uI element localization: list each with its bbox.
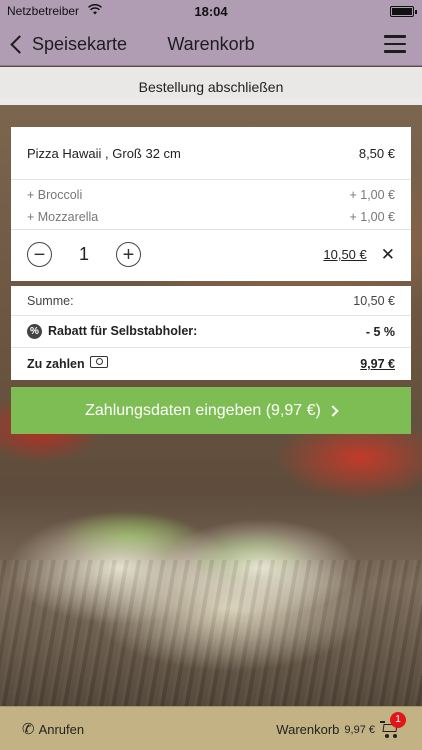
- cart-label: Warenkorb: [276, 722, 340, 737]
- item-price: 8,50 €: [358, 145, 395, 161]
- wood-texture: [0, 560, 422, 706]
- extra-label: + Mozzarella: [27, 210, 99, 224]
- call-label: Anrufen: [38, 721, 85, 737]
- back-button-label: Speisekarte: [32, 33, 128, 54]
- extra-label: + Broccoli: [27, 188, 83, 202]
- cart-item-row: Pizza Hawaii , Groß 32 cm 8,50 €: [11, 127, 411, 179]
- discount-label: Rabatt für Selbstabholer:: [48, 323, 198, 338]
- extra-row: + Mozzarella + 1,00 €: [11, 206, 411, 228]
- bottom-bar: ✆ Anrufen Warenkorb 9,97 € 1: [0, 706, 422, 750]
- discount-value: - 5 %: [365, 324, 395, 339]
- item-extras: + Broccoli + 1,00 € + Mozzarella + 1,00 …: [11, 179, 411, 229]
- enter-payment-button[interactable]: Zahlungsdaten eingeben (9,97 €): [11, 387, 411, 434]
- cash-icon: [89, 355, 108, 368]
- hamburger-icon[interactable]: [384, 35, 406, 53]
- discount-badge-icon: %: [27, 324, 42, 340]
- phone-icon: ✆: [22, 721, 35, 738]
- back-button[interactable]: Speisekarte: [8, 30, 127, 58]
- shopping-cart-icon: 1: [380, 712, 406, 738]
- pay-row: Zu zahlen 9,97 €: [11, 347, 411, 380]
- increase-quantity-button[interactable]: +: [116, 242, 141, 267]
- extra-price: + 1,00 €: [349, 188, 395, 202]
- cart-button[interactable]: Warenkorb 9,97 € 1: [276, 712, 406, 738]
- sum-label: Summe:: [27, 293, 74, 308]
- clock: 18:04: [194, 4, 228, 19]
- battery-icon: [390, 6, 417, 17]
- pay-amount: 9,97 €: [360, 357, 395, 371]
- discount-label-group: % Rabatt für Selbstabholer:: [27, 323, 198, 340]
- cart-amount: 9,97 €: [344, 723, 375, 736]
- chevron-right-icon: [327, 404, 339, 417]
- sum-value: 10,50 €: [353, 293, 395, 308]
- line-total[interactable]: 10,50 €: [323, 247, 366, 262]
- totals-card: Summe: 10,50 € % Rabatt für Selbstabholer…: [11, 286, 411, 380]
- enter-payment-label: Zahlungsdaten eingeben (9,97 €): [85, 401, 321, 419]
- quantity-value: 1: [78, 244, 89, 264]
- cart-item-card: Pizza Hawaii , Groß 32 cm 8,50 € + Brocc…: [11, 127, 411, 281]
- line-total-group: 10,50 € ✕: [323, 245, 395, 265]
- extra-row: + Broccoli + 1,00 €: [11, 184, 411, 206]
- pay-label-group: Zu zahlen: [27, 355, 108, 371]
- quantity-stepper: − 1 +: [27, 242, 141, 267]
- sum-row: Summe: 10,50 €: [11, 286, 411, 315]
- remove-item-icon[interactable]: ✕: [381, 245, 395, 265]
- discount-row: % Rabatt für Selbstabholer: - 5 %: [11, 315, 411, 347]
- chevron-left-icon: [10, 34, 29, 54]
- quantity-row: − 1 + 10,50 € ✕: [11, 229, 411, 279]
- status-bar: Netzbetreiber 18:04: [0, 0, 422, 22]
- pay-label: Zu zahlen: [27, 357, 85, 371]
- checkout-heading: Bestellung abschließen: [0, 67, 422, 105]
- item-name: Pizza Hawaii , Groß 32 cm: [27, 145, 181, 161]
- call-button[interactable]: ✆ Anrufen: [22, 720, 84, 738]
- navigation-bar: Speisekarte Warenkorb: [0, 22, 422, 66]
- cart-count-badge: 1: [390, 712, 406, 728]
- decrease-quantity-button[interactable]: −: [27, 242, 52, 267]
- extra-price: + 1,00 €: [349, 210, 395, 224]
